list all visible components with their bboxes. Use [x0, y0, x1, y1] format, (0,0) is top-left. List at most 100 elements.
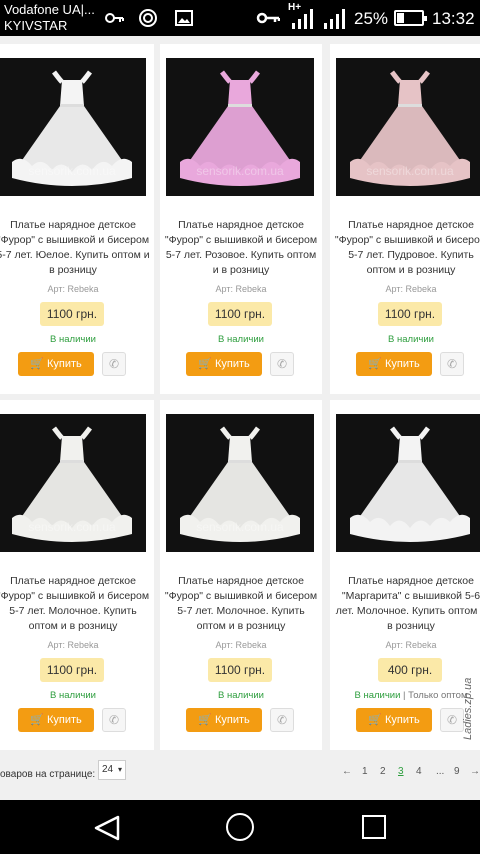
back-icon[interactable]: [92, 814, 122, 847]
page-link[interactable]: 2: [380, 766, 386, 777]
buy-button-label: Купить: [46, 358, 82, 370]
product-title[interactable]: Платье нарядное детское "Фурор" с вышивк…: [164, 218, 318, 278]
signal-icon: [290, 8, 316, 36]
product-image[interactable]: sensorik.com.ua: [166, 414, 314, 552]
cart-icon: 🛒: [198, 358, 215, 370]
product-card: Платье нарядное детское "Маргарита" с вы…: [330, 400, 480, 750]
phone-icon[interactable]: ✆: [440, 352, 464, 376]
product-image[interactable]: sensorik.com.ua: [0, 58, 146, 196]
navigation-bar: [0, 800, 480, 854]
home-icon[interactable]: [226, 813, 254, 841]
product-price: 1100 грн.: [208, 302, 272, 326]
phone-icon[interactable]: ✆: [270, 352, 294, 376]
page-link[interactable]: 9: [454, 766, 460, 777]
availability-status: В наличии | Только оптом: [330, 690, 480, 701]
image-icon: [174, 8, 194, 34]
in-stock-label: В наличии: [354, 690, 401, 701]
in-stock-label: В наличии: [388, 334, 434, 345]
page-link[interactable]: 4: [416, 766, 422, 777]
per-page-select[interactable]: 24 ▾: [98, 760, 126, 780]
availability-status: В наличии: [0, 334, 154, 345]
image-watermark: sensorik.com.ua: [366, 164, 454, 178]
buy-button-label: Купить: [384, 358, 420, 370]
key-icon: [256, 8, 281, 34]
product-image[interactable]: [336, 414, 480, 552]
product-sku: Арт: Rebeka: [47, 640, 99, 650]
page-ellipsis: ...: [436, 766, 445, 777]
product-sku: Арт: Rebeka: [47, 284, 99, 294]
cart-icon: 🛒: [30, 714, 47, 726]
clock: 13:32: [432, 9, 475, 28]
prev-page-button[interactable]: ←: [342, 766, 352, 777]
in-stock-label: В наличии: [50, 690, 96, 701]
watermark: Ladies.zp.ua: [462, 677, 474, 740]
phone-icon[interactable]: ✆: [102, 708, 126, 732]
product-grid: sensorik.com.ua Платье нарядное детское "…: [0, 36, 480, 800]
cart-icon: 🛒: [368, 714, 385, 726]
buy-button-label: Купить: [214, 358, 250, 370]
chevron-down-icon: ▾: [117, 765, 122, 774]
product-title[interactable]: Платье нарядное детское "Маргарита" с вы…: [334, 574, 480, 634]
buy-button[interactable]: 🛒 Купить: [356, 708, 432, 732]
product-title[interactable]: Платье нарядное детское "Фурор" с вышивк…: [0, 218, 150, 278]
page-link[interactable]: 1: [362, 766, 368, 777]
image-watermark: sensorik.com.ua: [28, 520, 116, 534]
target-icon: [138, 8, 158, 34]
cart-icon: 🛒: [368, 358, 385, 370]
product-card: sensorik.com.ua Платье нарядное детское "…: [330, 44, 480, 394]
product-card: sensorik.com.ua Платье нарядное детское "…: [160, 44, 322, 394]
product-price: 1100 грн.: [378, 302, 442, 326]
recent-apps-icon[interactable]: [362, 815, 386, 839]
product-card: sensorik.com.ua Платье нарядное детское "…: [0, 400, 154, 750]
cart-icon: 🛒: [198, 714, 215, 726]
product-price: 400 грн.: [378, 658, 442, 682]
phone-icon[interactable]: ✆: [102, 352, 126, 376]
carrier-name-1: Vodafone UA|...: [4, 2, 95, 17]
phone-icon[interactable]: ✆: [440, 708, 464, 732]
in-stock-label: В наличии: [218, 334, 264, 345]
product-image[interactable]: sensorik.com.ua: [336, 58, 480, 196]
buy-button-label: Купить: [214, 714, 250, 726]
buy-button[interactable]: 🛒 Купить: [186, 352, 262, 376]
phone-icon[interactable]: ✆: [270, 708, 294, 732]
product-title[interactable]: Платье нарядное детское "Фурор" с вышивк…: [334, 218, 480, 278]
buy-button[interactable]: 🛒 Купить: [356, 352, 432, 376]
product-image[interactable]: sensorik.com.ua: [0, 414, 146, 552]
product-sku: Арт: Rebeka: [385, 640, 437, 650]
buy-button[interactable]: 🛒 Купить: [18, 352, 94, 376]
in-stock-label: В наличии: [218, 690, 264, 701]
per-page-label: оваров на странице:: [0, 769, 96, 780]
product-price: 1100 грн.: [208, 658, 272, 682]
product-sku: Арт: Rebeka: [215, 640, 267, 650]
buy-button[interactable]: 🛒 Купить: [18, 708, 94, 732]
product-card: sensorik.com.ua Платье нарядное детское "…: [160, 400, 322, 750]
availability-status: В наличии: [160, 334, 322, 345]
product-title[interactable]: Платье нарядное детское "Фурор" с вышивк…: [164, 574, 318, 634]
buy-button-label: Купить: [384, 714, 420, 726]
availability-status: В наличии: [0, 690, 154, 701]
product-card: sensorik.com.ua Платье нарядное детское "…: [0, 44, 154, 394]
cart-icon: 🛒: [30, 358, 47, 370]
status-bar: Vodafone UA|... KYIVSTAR H+ 25% 13:32: [0, 0, 480, 36]
product-title[interactable]: Платье нарядное детское "Фурор" с вышивк…: [0, 574, 150, 634]
product-sku: Арт: Rebeka: [385, 284, 437, 294]
product-image[interactable]: sensorik.com.ua: [166, 58, 314, 196]
carrier-name-2: KYIVSTAR: [4, 18, 68, 33]
product-sku: Арт: Rebeka: [215, 284, 267, 294]
image-watermark: sensorik.com.ua: [196, 520, 284, 534]
wholesale-only-label: | Только оптом: [400, 690, 468, 701]
in-stock-label: В наличии: [50, 334, 96, 345]
next-page-button[interactable]: →: [470, 766, 480, 777]
page-link-current[interactable]: 3: [398, 766, 404, 777]
battery-icon: [394, 10, 427, 26]
battery-percent: 25%: [354, 9, 389, 28]
key-icon: [104, 8, 124, 34]
product-price: 1100 грн.: [40, 302, 104, 326]
buy-button-label: Купить: [46, 714, 82, 726]
per-page-value: 24: [102, 764, 114, 775]
product-price: 1100 грн.: [40, 658, 104, 682]
image-watermark: sensorik.com.ua: [196, 164, 284, 178]
availability-status: В наличии: [330, 334, 480, 345]
buy-button[interactable]: 🛒 Купить: [186, 708, 262, 732]
image-watermark: sensorik.com.ua: [28, 164, 116, 178]
